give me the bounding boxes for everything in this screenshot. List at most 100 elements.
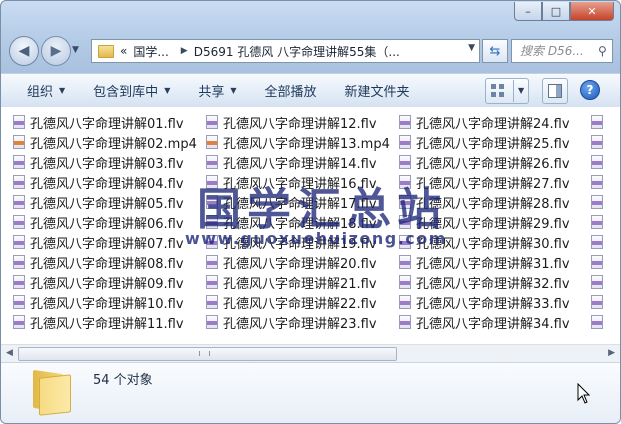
scroll-left-icon[interactable]: ◀ bbox=[6, 348, 13, 358]
new-folder-button[interactable]: 新建文件夹 bbox=[331, 74, 424, 107]
preview-pane-button[interactable] bbox=[542, 78, 568, 104]
flv-file-icon[interactable] bbox=[591, 195, 603, 209]
history-dropdown-icon[interactable]: ▼ bbox=[72, 45, 79, 55]
flv-file-icon[interactable] bbox=[591, 115, 603, 129]
file-name: 孔德风八字命理讲解14.flv bbox=[223, 156, 377, 172]
breadcrumb-overflow[interactable]: « bbox=[120, 44, 127, 58]
include-in-library-button[interactable]: 包含到库中 ▼ bbox=[79, 74, 184, 107]
file-item[interactable]: 孔德风八字命理讲解20.flv bbox=[206, 252, 390, 272]
file-name: 孔德风八字命理讲解12.flv bbox=[223, 116, 377, 132]
forward-arrow-icon: ▶ bbox=[50, 43, 62, 59]
file-item[interactable]: 孔德风八字命理讲解33.flv bbox=[399, 292, 570, 312]
file-item[interactable]: 孔德风八字命理讲解34.flv bbox=[399, 312, 570, 332]
folder-icon bbox=[98, 44, 114, 58]
flv-file-icon[interactable] bbox=[591, 295, 603, 309]
refresh-button[interactable]: ⇆ bbox=[482, 39, 508, 63]
file-item[interactable]: 孔德风八字命理讲解11.flv bbox=[13, 312, 197, 332]
file-item[interactable]: 孔德风八字命理讲解04.flv bbox=[13, 172, 197, 192]
breadcrumb-separator-icon[interactable]: ▶ bbox=[181, 46, 188, 56]
search-icon[interactable]: ⚲ bbox=[598, 44, 607, 58]
file-item[interactable]: 孔德风八字命理讲解13.mp4 bbox=[206, 132, 390, 152]
breadcrumb-item[interactable]: 国学... bbox=[133, 43, 168, 60]
help-button[interactable]: ? bbox=[578, 78, 602, 102]
grip-icon bbox=[199, 351, 210, 356]
flv-file-icon bbox=[399, 135, 411, 149]
file-item[interactable]: 孔德风八字命理讲解08.flv bbox=[13, 252, 197, 272]
flv-file-icon[interactable] bbox=[591, 255, 603, 269]
search-input[interactable] bbox=[518, 43, 598, 59]
flv-file-icon bbox=[206, 255, 218, 269]
flv-file-icon bbox=[13, 115, 25, 129]
file-item[interactable]: 孔德风八字命理讲解12.flv bbox=[206, 112, 390, 132]
scroll-right-icon[interactable]: ▶ bbox=[608, 348, 615, 358]
address-dropdown-icon[interactable]: ▼ bbox=[468, 43, 475, 53]
change-view-button[interactable]: ▼ bbox=[485, 78, 529, 104]
address-bar[interactable]: « 国学... ▶ D5691 孔德风 八字命理讲解55集（... ▼ bbox=[91, 39, 480, 63]
file-item[interactable]: 孔德风八字命理讲解24.flv bbox=[399, 112, 570, 132]
chevron-down-icon: ▼ bbox=[230, 86, 237, 95]
file-item[interactable]: 孔德风八字命理讲解06.flv bbox=[13, 212, 197, 232]
flv-file-icon bbox=[13, 315, 25, 329]
mp4-file-icon bbox=[13, 135, 25, 149]
chevron-down-icon: ▼ bbox=[59, 86, 66, 95]
file-name: 孔德风八字命理讲解22.flv bbox=[223, 296, 377, 312]
flv-file-icon[interactable] bbox=[591, 215, 603, 229]
flv-file-icon[interactable] bbox=[591, 155, 603, 169]
file-item[interactable]: 孔德风八字命理讲解31.flv bbox=[399, 252, 570, 272]
caption-buttons: – □ ✕ bbox=[514, 2, 614, 21]
file-item[interactable]: 孔德风八字命理讲解25.flv bbox=[399, 132, 570, 152]
breadcrumb-current[interactable]: D5691 孔德风 八字命理讲解55集（... bbox=[194, 43, 400, 60]
flv-file-icon bbox=[399, 295, 411, 309]
scrollbar-thumb[interactable] bbox=[18, 347, 397, 361]
file-item[interactable]: 孔德风八字命理讲解32.flv bbox=[399, 272, 570, 292]
view-grid-icon bbox=[491, 84, 505, 98]
file-item[interactable]: 孔德风八字命理讲解21.flv bbox=[206, 272, 390, 292]
flv-file-icon bbox=[399, 155, 411, 169]
file-item[interactable]: 孔德风八字命理讲解01.flv bbox=[13, 112, 197, 132]
item-count: 54 个对象 bbox=[93, 373, 153, 388]
chevron-down-icon[interactable]: ▼ bbox=[513, 80, 524, 102]
flv-file-icon bbox=[13, 215, 25, 229]
file-column-partial bbox=[591, 112, 608, 332]
file-item[interactable]: 孔德风八字命理讲解02.mp4 bbox=[13, 132, 197, 152]
play-all-button[interactable]: 全部播放 bbox=[251, 74, 331, 107]
horizontal-scrollbar[interactable]: ◀ ▶ bbox=[1, 344, 620, 362]
file-item[interactable]: 孔德风八字命理讲解22.flv bbox=[206, 292, 390, 312]
file-name: 孔德风八字命理讲解21.flv bbox=[223, 276, 377, 292]
flv-file-icon[interactable] bbox=[591, 175, 603, 189]
file-item[interactable]: 孔德风八字命理讲解14.flv bbox=[206, 152, 390, 172]
flv-file-icon bbox=[206, 155, 218, 169]
file-item[interactable]: 孔德风八字命理讲解05.flv bbox=[13, 192, 197, 212]
mp4-file-icon bbox=[206, 135, 218, 149]
chevron-down-icon: ▼ bbox=[164, 86, 171, 95]
preview-pane-icon bbox=[548, 84, 562, 98]
file-item[interactable]: 孔德风八字命理讲解23.flv bbox=[206, 312, 390, 332]
flv-file-icon[interactable] bbox=[591, 315, 603, 329]
search-box: ⚲ bbox=[511, 39, 613, 63]
maximize-button[interactable]: □ bbox=[542, 2, 570, 21]
back-button[interactable]: ◀ bbox=[9, 36, 39, 66]
file-column: 孔德风八字命理讲解01.flv 孔德风八字命理讲解02.mp4 孔德风八字命理讲解0… bbox=[13, 112, 197, 332]
flv-file-icon[interactable] bbox=[591, 135, 603, 149]
file-name: 孔德风八字命理讲解23.flv bbox=[223, 316, 377, 332]
file-item[interactable]: 孔德风八字命理讲解26.flv bbox=[399, 152, 570, 172]
file-item[interactable]: 孔德风八字命理讲解09.flv bbox=[13, 272, 197, 292]
flv-file-icon bbox=[13, 155, 25, 169]
flv-file-icon bbox=[206, 275, 218, 289]
flv-file-icon bbox=[206, 295, 218, 309]
flv-file-icon bbox=[206, 115, 218, 129]
flv-file-icon bbox=[399, 115, 411, 129]
file-item[interactable]: 孔德风八字命理讲解10.flv bbox=[13, 292, 197, 312]
flv-file-icon[interactable] bbox=[591, 235, 603, 249]
file-name: 孔德风八字命理讲解24.flv bbox=[416, 116, 570, 132]
forward-button[interactable]: ▶ bbox=[41, 36, 71, 66]
share-button[interactable]: 共享 ▼ bbox=[184, 74, 250, 107]
close-button[interactable]: ✕ bbox=[570, 2, 614, 21]
flv-file-icon bbox=[206, 315, 218, 329]
flv-file-icon bbox=[399, 315, 411, 329]
minimize-button[interactable]: – bbox=[514, 2, 542, 21]
file-item[interactable]: 孔德风八字命理讲解03.flv bbox=[13, 152, 197, 172]
flv-file-icon[interactable] bbox=[591, 275, 603, 289]
organize-button[interactable]: 组织 ▼ bbox=[1, 74, 79, 107]
file-item[interactable]: 孔德风八字命理讲解07.flv bbox=[13, 232, 197, 252]
